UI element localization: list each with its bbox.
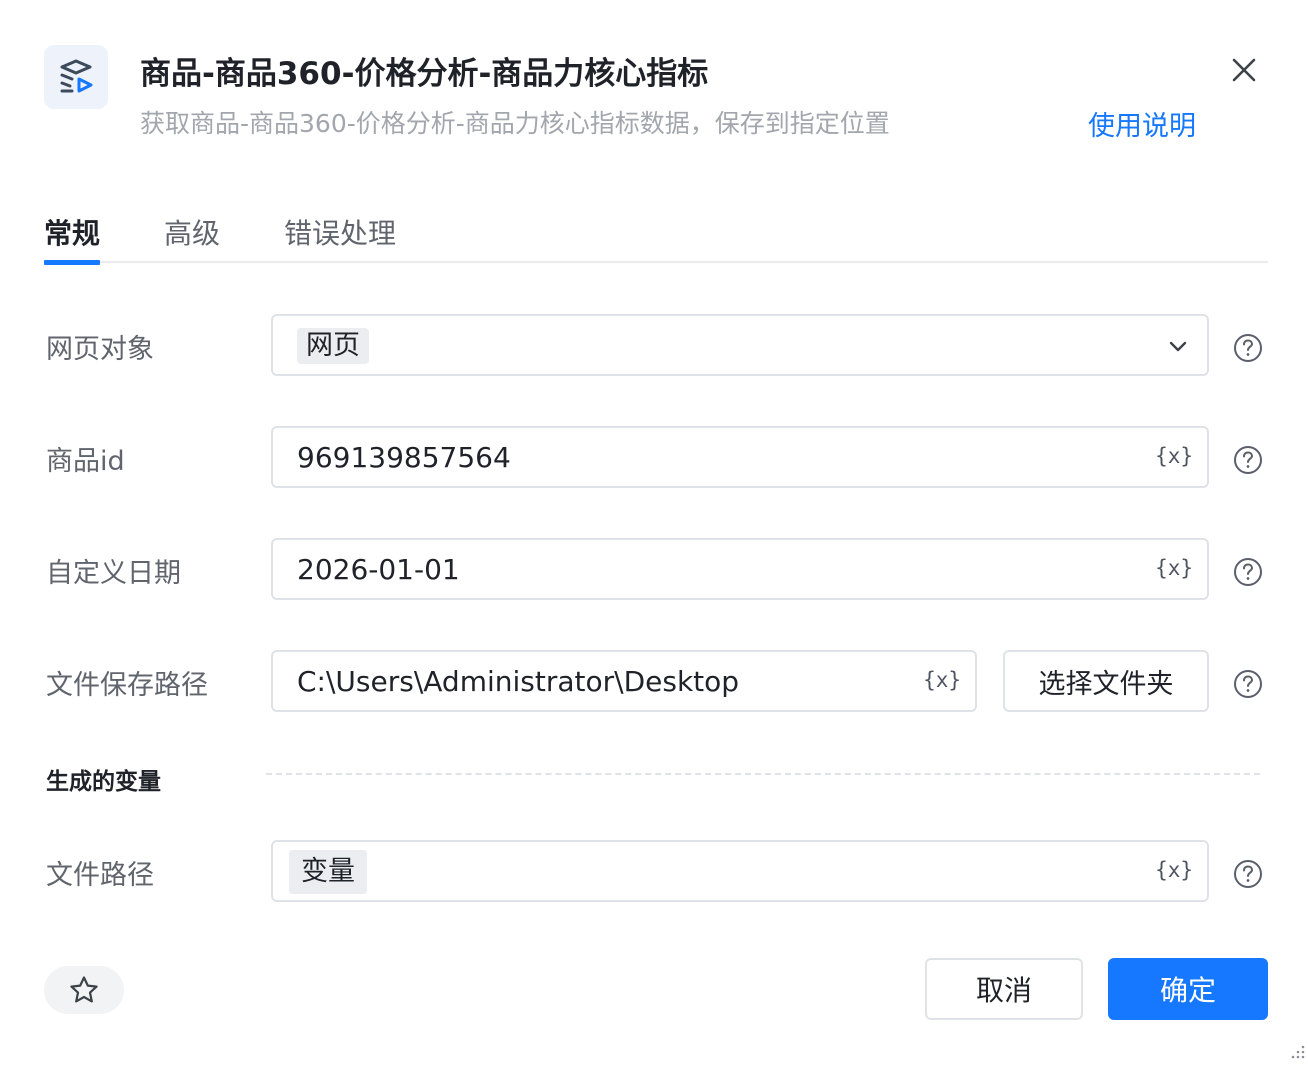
help-icon[interactable]	[1233, 669, 1263, 699]
usage-guide-link[interactable]: 使用说明	[1088, 104, 1196, 143]
variable-insert-icon[interactable]: {x}	[1155, 556, 1193, 580]
dialog-title: 商品-商品360-价格分析-商品力核心指标	[140, 56, 709, 92]
close-icon	[1232, 58, 1256, 82]
file-path-label: 文件路径	[46, 860, 154, 891]
confirm-button[interactable]: 确定	[1108, 958, 1268, 1020]
tab-bar: 常规 高级 错误处理	[44, 210, 1268, 265]
save-path-label: 文件保存路径	[46, 670, 208, 701]
tab-advanced[interactable]: 高级	[164, 212, 220, 263]
layers-play-icon	[60, 59, 93, 93]
save-path-input[interactable]: C:\Users\Administrator\Desktop {x}	[271, 650, 977, 712]
variable-insert-icon[interactable]: {x}	[1155, 858, 1193, 882]
save-path-value: C:\Users\Administrator\Desktop	[297, 665, 740, 698]
custom-date-label: 自定义日期	[46, 558, 181, 589]
custom-date-value: 2026-01-01	[297, 553, 460, 586]
dialog-subtitle: 获取商品-商品360-价格分析-商品力核心指标数据，保存到指定位置	[140, 109, 890, 138]
help-icon[interactable]	[1233, 557, 1263, 587]
chevron-down-icon[interactable]	[1167, 335, 1189, 357]
file-path-variable-input[interactable]: 变量 {x}	[271, 840, 1209, 902]
star-icon	[70, 976, 98, 1003]
web-object-select[interactable]: 网页	[271, 314, 1209, 376]
section-divider	[266, 773, 1260, 775]
product-id-label: 商品id	[46, 446, 125, 477]
variable-insert-icon[interactable]: {x}	[923, 668, 961, 692]
choose-folder-button[interactable]: 选择文件夹	[1003, 650, 1209, 712]
resize-grip-icon[interactable]	[1288, 1042, 1306, 1060]
help-icon[interactable]	[1233, 333, 1263, 363]
web-object-chip: 网页	[297, 328, 369, 364]
variable-insert-icon[interactable]: {x}	[1155, 444, 1193, 468]
favorite-button[interactable]	[44, 966, 124, 1014]
product-id-input[interactable]: 969139857564 {x}	[271, 426, 1209, 488]
web-object-label: 网页对象	[46, 334, 154, 365]
help-icon[interactable]	[1233, 445, 1263, 475]
product-id-value: 969139857564	[297, 441, 511, 474]
cancel-button[interactable]: 取消	[925, 958, 1083, 1020]
plugin-logo	[44, 45, 108, 109]
close-button[interactable]	[1226, 52, 1262, 88]
help-icon[interactable]	[1233, 859, 1263, 889]
generated-variables-title: 生成的变量	[46, 769, 161, 795]
tab-error-handling[interactable]: 错误处理	[284, 212, 396, 263]
custom-date-input[interactable]: 2026-01-01 {x}	[271, 538, 1209, 600]
tab-general[interactable]: 常规	[44, 212, 101, 265]
variable-chip: 变量	[289, 850, 367, 894]
